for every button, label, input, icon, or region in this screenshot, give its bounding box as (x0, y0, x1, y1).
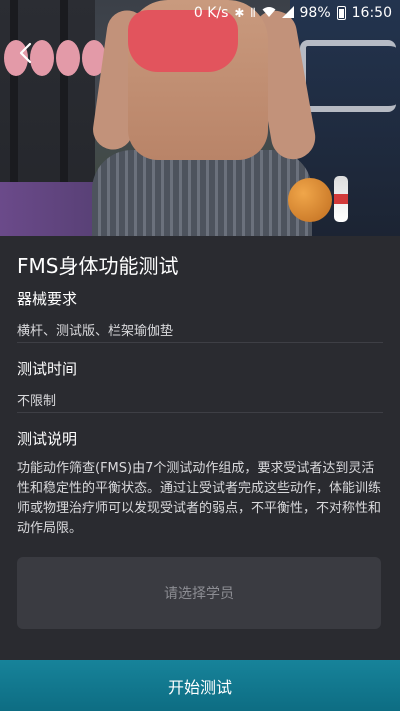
page-title: FMS身体功能测试 (17, 254, 179, 278)
wifi-icon (262, 6, 276, 21)
start-test-button[interactable]: 开始测试 (0, 660, 400, 711)
select-student-button[interactable]: 请选择学员 (17, 557, 381, 629)
clock: 16:50 (351, 5, 392, 21)
duration-title: 测试时间 (17, 360, 78, 378)
battery-level: 98% (299, 5, 331, 21)
divider (17, 412, 383, 413)
status-bar: 0 K/s ✱ ⫴ 98% 16:50 (0, 0, 400, 26)
equipment-title: 器械要求 (17, 290, 78, 308)
battery-icon (336, 6, 346, 20)
description-text: 功能动作筛查(FMS)由7个测试动作组成，要求受试者达到灵活性和稳定性的平衡状态… (17, 461, 382, 536)
description-title: 测试说明 (17, 430, 78, 448)
duration-section: 测试时间 不限制 (17, 358, 383, 409)
duration-value: 不限制 (17, 394, 57, 409)
back-button[interactable] (8, 36, 42, 70)
equipment-value: 横杆、测试版、栏架瑜伽垫 (17, 324, 174, 339)
chevron-left-icon (19, 42, 32, 64)
bluetooth-icon: ✱ (234, 6, 245, 20)
signal-icon (281, 5, 294, 21)
start-test-label: 开始测试 (167, 677, 232, 697)
equipment-section: 器械要求 横杆、测试版、栏架瑜伽垫 (17, 288, 383, 339)
select-student-label: 请选择学员 (164, 586, 234, 602)
divider (17, 342, 383, 343)
network-speed: 0 K/s (193, 5, 229, 21)
vibrate-icon: ⫴ (250, 5, 256, 20)
description-section: 测试说明 功能动作筛查(FMS)由7个测试动作组成，要求受试者达到灵活性和稳定性… (17, 428, 383, 539)
hero-image (0, 0, 400, 236)
